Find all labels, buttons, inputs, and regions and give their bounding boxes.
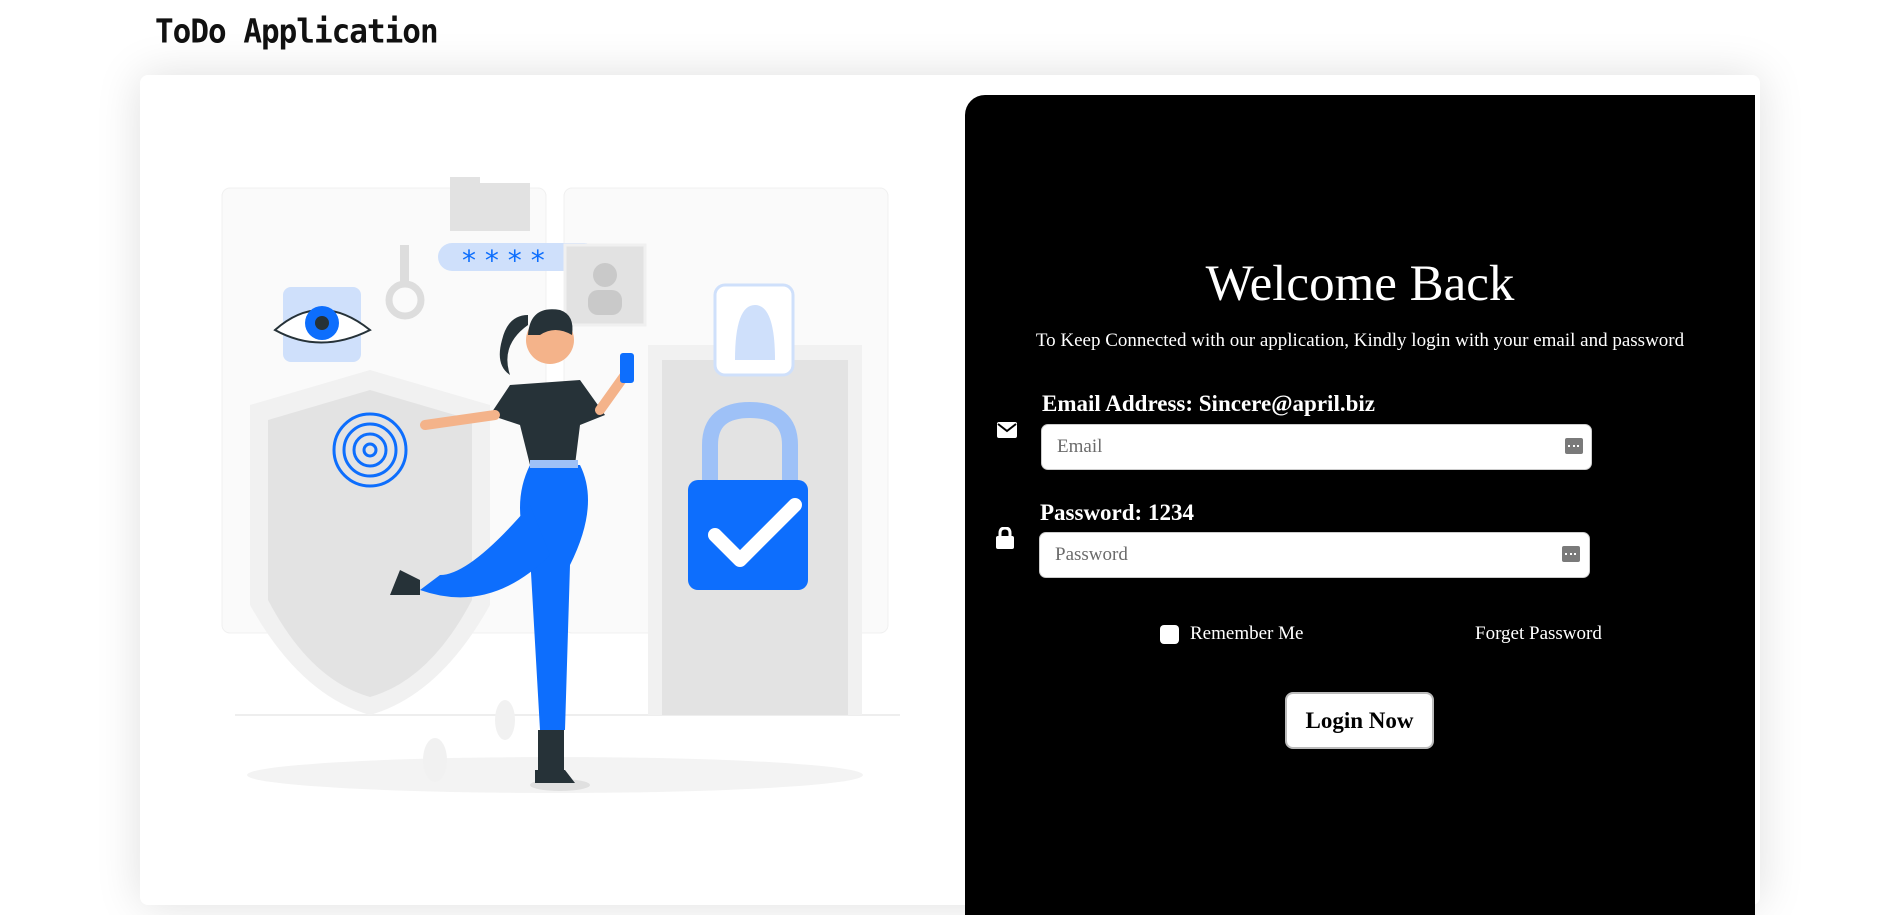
remember-me-checkbox[interactable] <box>1160 624 1179 644</box>
app-brand: ToDo Application <box>155 13 439 51</box>
login-panel: Welcome Back To Keep Connected with our … <box>965 95 1755 915</box>
envelope-icon <box>997 422 1017 438</box>
forget-password-link[interactable]: Forget Password <box>1475 623 1602 645</box>
remember-me[interactable]: Remember Me <box>1160 623 1303 645</box>
email-input[interactable] <box>1041 424 1592 470</box>
password-manager-icon[interactable] <box>1562 546 1580 562</box>
welcome-subtitle: To Keep Connected with our application, … <box>1035 330 1685 351</box>
welcome-title: Welcome Back <box>1205 256 1515 312</box>
login-button[interactable]: Login Now <box>1285 692 1434 749</box>
password-label: Password: 1234 <box>1040 500 1194 525</box>
password-manager-icon[interactable] <box>1565 438 1583 454</box>
remember-me-label: Remember Me <box>1190 623 1304 644</box>
email-label: Email Address: Sincere@april.biz <box>1042 391 1375 416</box>
password-mask: * * * * <box>462 244 545 277</box>
security-illustration: * * * * <box>221 177 900 793</box>
password-input[interactable] <box>1039 532 1590 578</box>
lock-icon <box>996 527 1014 549</box>
